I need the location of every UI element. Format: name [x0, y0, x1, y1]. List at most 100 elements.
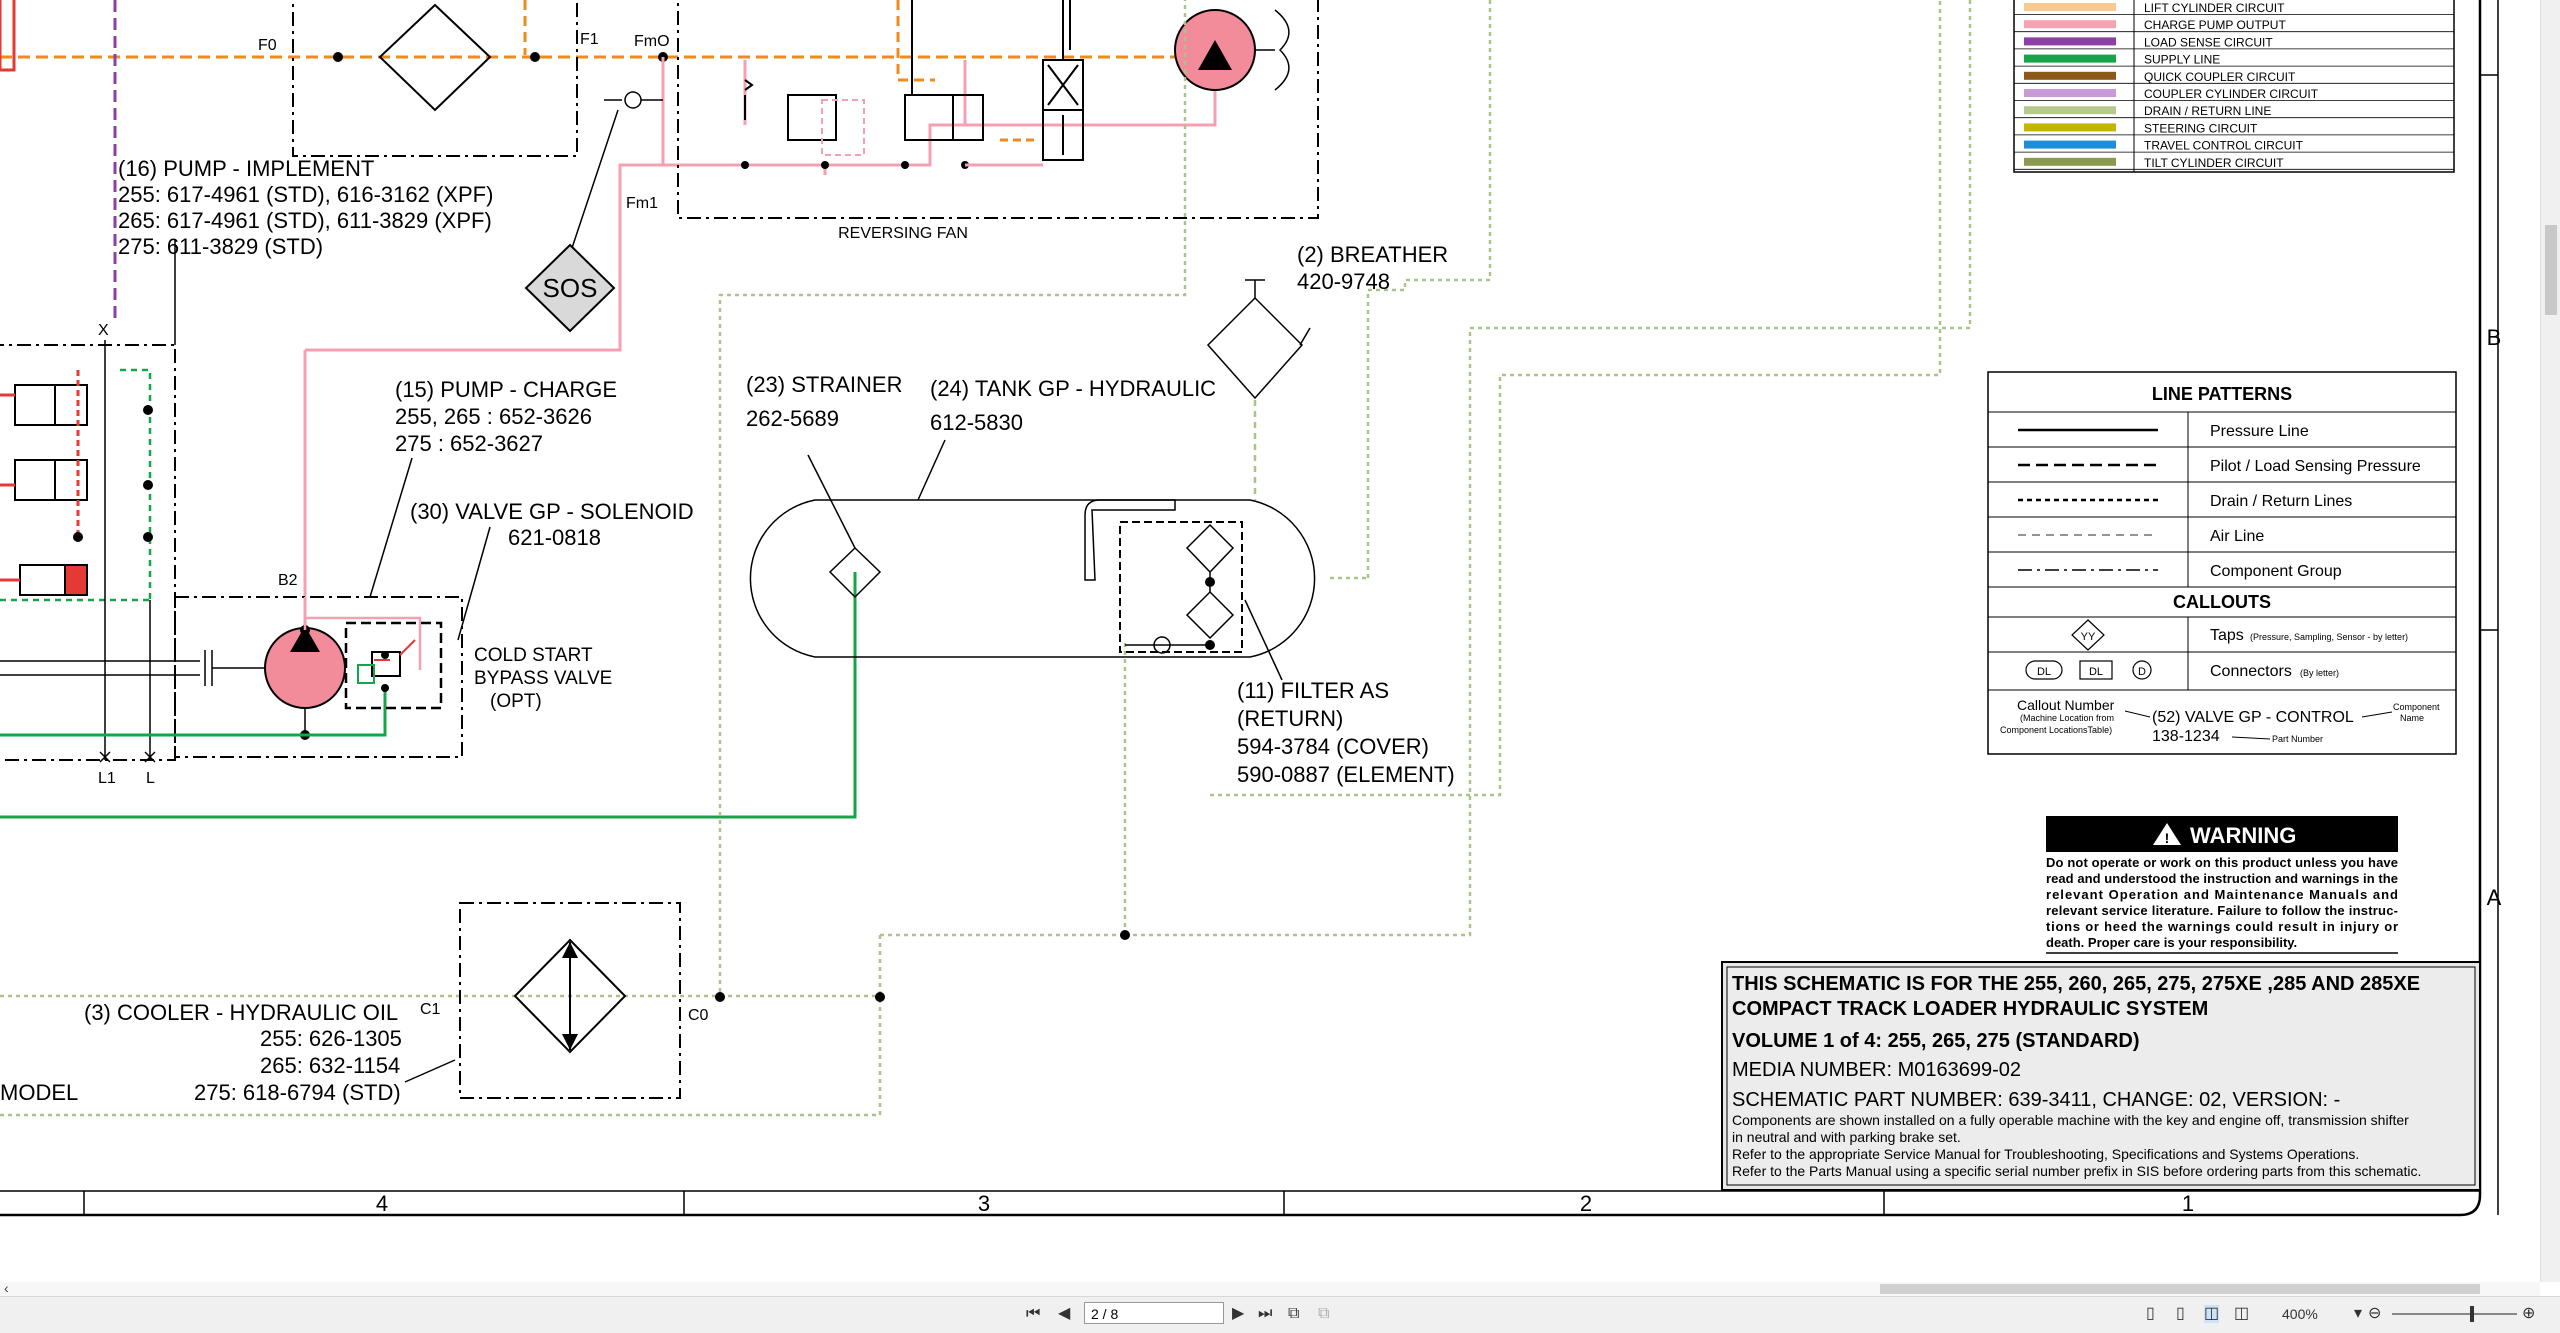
svg-text:420-9748: 420-9748	[1297, 269, 1390, 294]
svg-text:COLD START: COLD START	[474, 645, 593, 666]
port-f0: F0	[258, 37, 277, 54]
continuous-view-icon[interactable]: ▯	[2176, 1305, 2185, 1323]
svg-text:relevant service literature. F: relevant service literature. Failure to …	[2046, 903, 2398, 918]
zone-col-1: 1	[2182, 1191, 2194, 1216]
single-page-view-icon[interactable]: ▯	[2146, 1305, 2155, 1323]
svg-text:(11) FILTER AS: (11) FILTER AS	[1237, 678, 1389, 703]
legend-label: TRAVEL CONTROL CIRCUIT	[2144, 139, 2304, 153]
vertical-scroll-thumb[interactable]	[2545, 225, 2557, 315]
svg-text:Component: Component	[2393, 702, 2440, 712]
svg-text:THIS SCHEMATIC IS FOR THE 255,: THIS SCHEMATIC IS FOR THE 255, 260, 265,…	[1732, 973, 2420, 995]
svg-text:(30) VALVE GP - SOLENOID: (30) VALVE GP - SOLENOID	[410, 499, 694, 524]
svg-text:(16) PUMP - IMPLEMENT: (16) PUMP - IMPLEMENT	[118, 156, 374, 181]
pump-implement-callout: (16) PUMP - IMPLEMENT 255: 617-4961 (STD…	[118, 156, 493, 259]
legend-swatch	[2024, 37, 2116, 46]
svg-text:612-5830: 612-5830	[930, 410, 1023, 435]
svg-text:YY: YY	[2081, 631, 2096, 643]
legend-label: COUPLER CYLINDER CIRCUIT	[2144, 87, 2319, 101]
svg-text:(Machine Location from: (Machine Location from	[2020, 713, 2114, 723]
horizontal-scrollbar[interactable]: ‹	[0, 1280, 2540, 1296]
svg-text:255, 265 : 652-3626: 255, 265 : 652-3626	[395, 404, 592, 429]
zoom-slider-handle[interactable]	[2470, 1306, 2474, 1322]
legend-swatch	[2024, 89, 2116, 97]
legend-label: LOAD SENSE CIRCUIT	[2144, 35, 2273, 49]
svg-text:262-5689: 262-5689	[746, 406, 839, 431]
breather-callout: (2) BREATHER 420-9748	[1297, 242, 1448, 294]
legend-swatch	[2024, 54, 2116, 63]
zoom-slider[interactable]	[2392, 1306, 2517, 1322]
port-fm1: Fm1	[626, 195, 658, 212]
zone-col-2: 2	[1580, 1191, 1592, 1216]
svg-text:(23) STRAINER: (23) STRAINER	[746, 372, 902, 397]
svg-text:SCHEMATIC PART NUMBER: 639-341: SCHEMATIC PART NUMBER: 639-3411, CHANGE:…	[1732, 1089, 2340, 1111]
zoom-dropdown-icon[interactable]: ▾	[2354, 1305, 2362, 1323]
port-l: L	[146, 770, 155, 787]
svg-text:Callout Number: Callout Number	[2017, 697, 2115, 713]
document-viewport[interactable]: 4 3 2 1 B A SOS F0 F1 FmO Fm1 REVERSING …	[0, 0, 2540, 1282]
svg-text:255: 617-4961 (STD), 616-3162: 255: 617-4961 (STD), 616-3162 (XPF)	[118, 182, 493, 207]
cooler-callout: (3) COOLER - HYDRAULIC OIL 255: 626-1305…	[84, 1000, 402, 1105]
top-hydraulic-lines	[0, 0, 1319, 630]
port-c1: C1	[420, 1001, 441, 1018]
svg-text:DL: DL	[2037, 666, 2051, 678]
previous-page-icon[interactable]: ◀	[1058, 1305, 1070, 1323]
svg-text:death. Proper care is your res: death. Proper care is your responsibilit…	[2046, 935, 2297, 950]
page-number-input[interactable]: 2 / 8	[1084, 1302, 1224, 1324]
valve-solenoid-callout: (30) VALVE GP - SOLENOID 621-0818	[410, 499, 694, 641]
svg-text:Drain / Return Lines: Drain / Return Lines	[2210, 493, 2352, 510]
reversing-fan-label: REVERSING FAN	[838, 225, 968, 242]
legend-swatch	[2024, 71, 2116, 80]
legend-label: SUPPLY LINE	[2144, 53, 2220, 67]
zoom-level[interactable]: 400%	[2282, 1306, 2318, 1322]
svg-text:(Pressure, Sampling, Sensor -: (Pressure, Sampling, Sensor - by letter)	[2250, 632, 2408, 642]
cooler-group	[404, 902, 681, 1099]
svg-text:Refer to the Parts Manual usin: Refer to the Parts Manual using a specif…	[1732, 1163, 2421, 1179]
svg-text:!: !	[2165, 830, 2170, 846]
port-c0: C0	[688, 1007, 709, 1024]
svg-text:BYPASS VALVE: BYPASS VALVE	[474, 668, 612, 689]
svg-text:Air Line: Air Line	[2210, 528, 2264, 545]
port-l1: L1	[98, 770, 116, 787]
previous-view-icon[interactable]: ⧉	[1288, 1305, 1299, 1323]
svg-text:MEDIA NUMBER: M0163699-02: MEDIA NUMBER: M0163699-02	[1732, 1059, 2021, 1081]
svg-text:(24) TANK GP - HYDRAULIC: (24) TANK GP - HYDRAULIC	[930, 376, 1216, 401]
last-page-icon[interactable]: ⏭	[1258, 1305, 1272, 1323]
svg-text:relevant Operation and Mainten: relevant Operation and Maintenance Manua…	[2046, 887, 2398, 902]
svg-text:621-0818: 621-0818	[508, 525, 601, 550]
tank-callout: (24) TANK GP - HYDRAULIC 612-5830	[930, 376, 1216, 435]
zoom-in-icon[interactable]: ⊕	[2522, 1305, 2535, 1323]
cold-start-label: COLD START BYPASS VALVE (OPT)	[474, 645, 612, 712]
svg-text:138-1234: 138-1234	[2152, 728, 2220, 745]
warning-box: ! WARNING Do not operate or work on this…	[2046, 816, 2398, 954]
continuous-facing-icon[interactable]: ◫	[2234, 1305, 2249, 1323]
svg-text:LINE PATTERNS: LINE PATTERNS	[2152, 384, 2292, 404]
svg-text:(2) BREATHER: (2) BREATHER	[1297, 242, 1448, 267]
svg-text:275: 618-6794 (STD): 275: 618-6794 (STD)	[194, 1080, 401, 1105]
facing-view-icon[interactable]: ◫	[2204, 1305, 2220, 1323]
color-legend: LIFT CYLINDER CIRCUIT CHARGE PUMP OUTPUT L…	[2013, 0, 2455, 173]
implement-valve-group	[0, 240, 176, 763]
legend-label: CHARGE PUMP OUTPUT	[2144, 18, 2286, 32]
svg-text:275: 611-3829 (STD): 275: 611-3829 (STD)	[118, 234, 323, 259]
horizontal-scroll-thumb[interactable]	[1880, 1284, 2480, 1294]
filter-callout: (11) FILTER AS (RETURN) 594-3784 (COVER)…	[1237, 678, 1455, 787]
svg-text:265: 632-1154: 265: 632-1154	[260, 1053, 400, 1078]
zone-row-A: A	[2487, 885, 2502, 910]
port-x: X	[98, 322, 109, 339]
svg-text:in neutral and with parking br: in neutral and with parking brake set.	[1732, 1129, 1961, 1145]
strainer-callout: (23) STRAINER 262-5689	[746, 372, 902, 431]
svg-text:265: 617-4961 (STD), 611-3829: 265: 617-4961 (STD), 611-3829 (XPF)	[118, 208, 492, 233]
legend-label: DRAIN / RETURN LINE	[2144, 104, 2271, 118]
charge-pump-group	[0, 596, 463, 758]
supply-line	[0, 572, 857, 819]
vertical-scrollbar[interactable]	[2540, 0, 2560, 1282]
legend-swatch	[2024, 157, 2116, 166]
svg-text:Connectors: Connectors	[2210, 663, 2292, 680]
next-page-icon[interactable]: ▶	[1232, 1305, 1244, 1323]
scroll-left-arrow-icon[interactable]: ‹	[4, 1280, 9, 1296]
svg-text:Taps: Taps	[2210, 627, 2244, 644]
viewer-status-bar: ⏮ ◀ 2 / 8 ▶ ⏭ ⧉ ⧉ ▯ ▯ ◫ ◫ 400% ▾ ⊖ ⊕	[0, 1296, 2560, 1333]
next-view-icon[interactable]: ⧉	[1318, 1305, 1329, 1323]
first-page-icon[interactable]: ⏮	[1026, 1305, 1040, 1323]
zoom-out-icon[interactable]: ⊖	[2368, 1305, 2381, 1323]
